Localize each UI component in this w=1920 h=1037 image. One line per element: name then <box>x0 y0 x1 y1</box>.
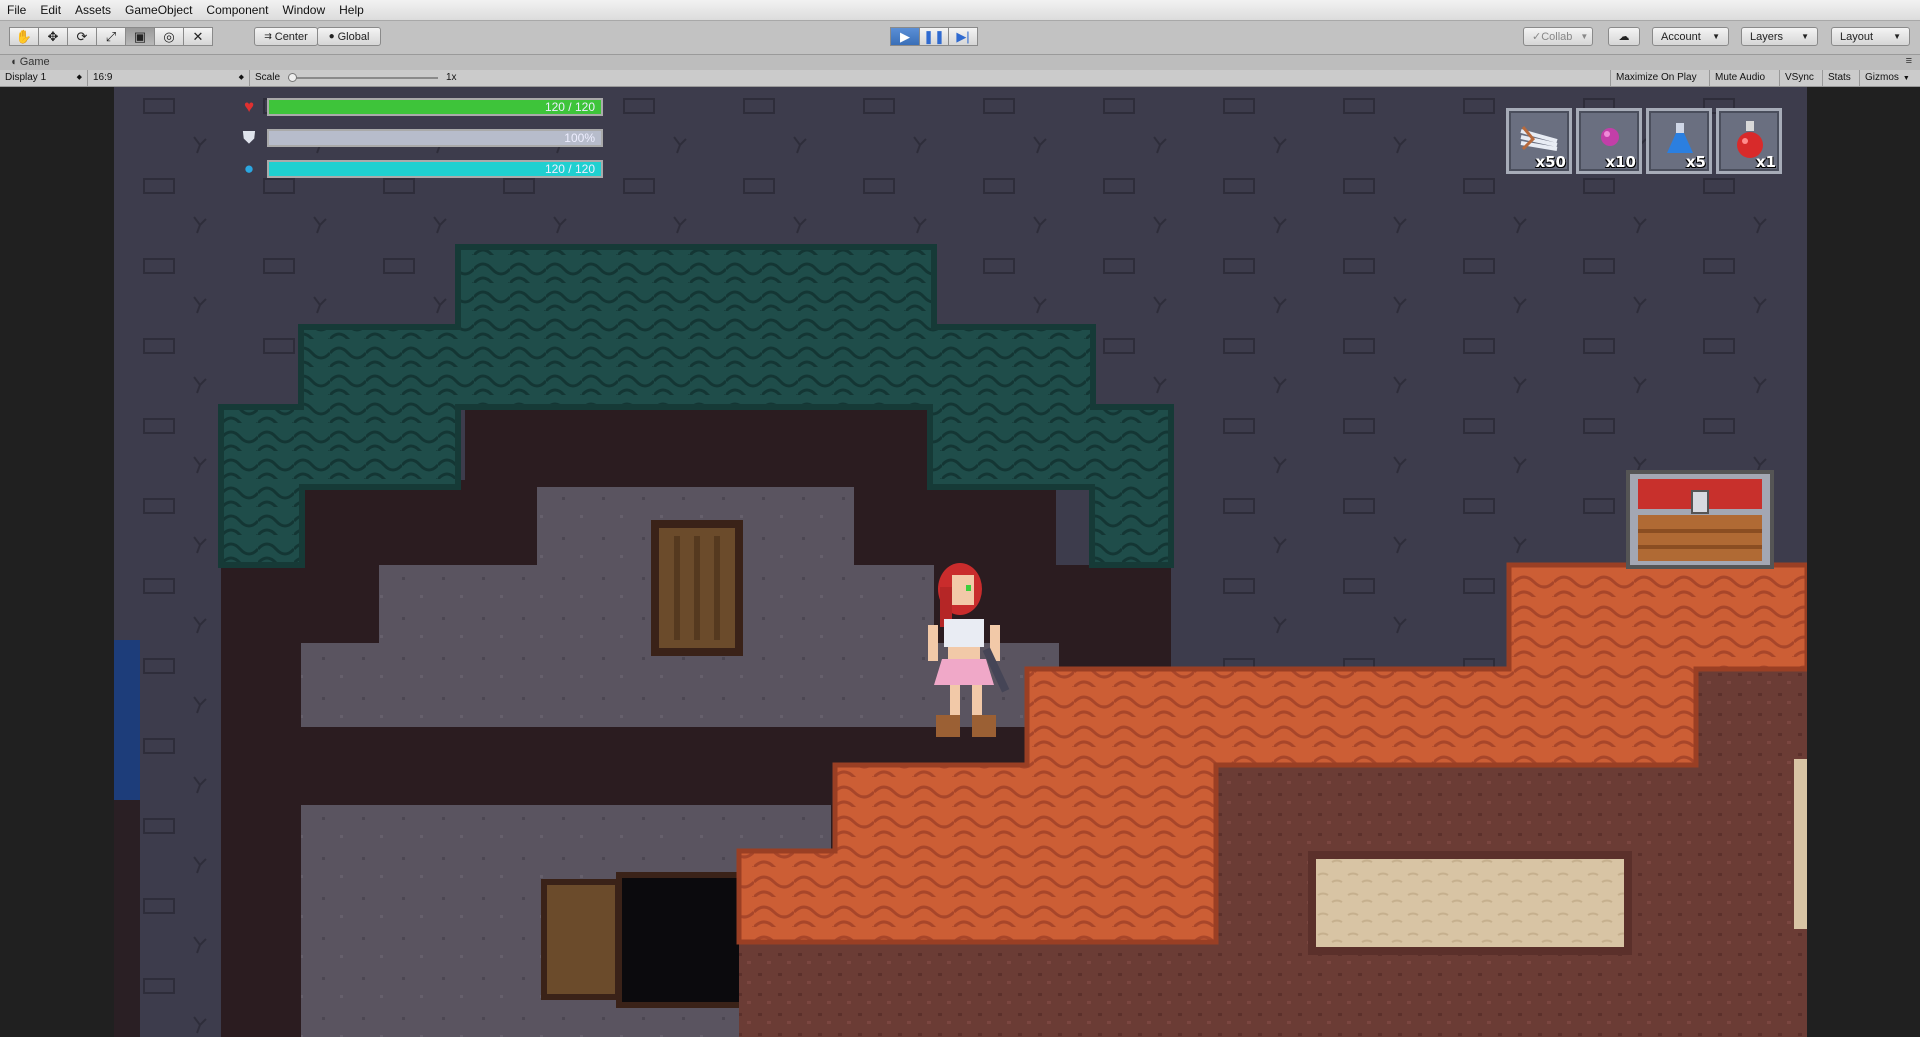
pivot-global-button[interactable]: ● Global <box>317 27 381 46</box>
hand-tool-icon[interactable]: ✋ <box>9 27 39 46</box>
transform-tools: ✋ ✥ ⟳ ⤢ ▣ ◎ ✕ <box>9 27 213 46</box>
menu-gameobject[interactable]: GameObject <box>118 0 199 20</box>
pivot-center-button[interactable]: ⇉ Center <box>254 27 318 46</box>
slot-count: x1 <box>1755 153 1776 171</box>
chevron-updown-icon: ◆ <box>238 74 244 81</box>
cloud-icon: ☁ <box>1618 31 1630 43</box>
treasure-chest <box>1626 470 1774 569</box>
tab-menu-icon[interactable]: ≡ <box>1906 55 1912 67</box>
menu-file[interactable]: File <box>0 0 33 20</box>
menu-window[interactable]: Window <box>275 0 332 20</box>
game-scene <box>114 87 1807 1037</box>
menu-bar: File Edit Assets GameObject Component Wi… <box>0 0 1920 21</box>
game-canvas[interactable]: ♥ 120 / 120 ⛊ 100% ● 120 / 120 x50 x10 x… <box>114 87 1807 1037</box>
chevron-down-icon: ▼ <box>1902 75 1910 82</box>
chevron-down-icon: ▼ <box>1712 32 1720 41</box>
pivot-icon: ⇉ <box>264 31 272 41</box>
step-icon[interactable]: ▶| <box>948 27 978 46</box>
chevron-down-icon: ▼ <box>1801 32 1809 41</box>
move-tool-icon[interactable]: ✥ <box>38 27 68 46</box>
aspect-dropdown[interactable]: 16:9 ◆ <box>88 70 250 86</box>
maximize-label: Maximize On Play <box>1616 72 1697 83</box>
game-view-toolbar: Display 1 ◆ 16:9 ◆ Scale 1x Maximize On Pl… <box>0 70 1920 87</box>
display-dropdown[interactable]: Display 1 ◆ <box>0 70 88 86</box>
inventory-slot-arrows[interactable]: x50 <box>1506 108 1572 174</box>
globe-icon: ● <box>328 31 335 42</box>
collab-dropdown[interactable]: ✓ Collab ▼ <box>1523 27 1593 46</box>
pivot-label: Center <box>274 30 308 43</box>
inventory-slot-mana-potion[interactable]: x5 <box>1646 108 1712 174</box>
heart-icon: ♥ <box>243 97 255 116</box>
shield-icon: ⛊ <box>242 128 256 147</box>
chevron-down-icon: ▼ <box>1893 32 1901 41</box>
vsync-toggle[interactable]: VSync <box>1780 70 1823 86</box>
rotate-tool-icon[interactable]: ⟳ <box>67 27 97 46</box>
slot-count: x5 <box>1685 153 1706 171</box>
layout-dropdown[interactable]: Layout ▼ <box>1831 27 1910 46</box>
menu-assets[interactable]: Assets <box>68 0 118 20</box>
mana-orb-icon: ● <box>243 159 255 178</box>
transform-tool-icon[interactable]: ◎ <box>154 27 184 46</box>
collab-label: Collab <box>1541 30 1573 43</box>
slot-count: x10 <box>1605 153 1636 171</box>
aspect-label: 16:9 <box>93 72 113 83</box>
menu-help[interactable]: Help <box>332 0 371 20</box>
inventory-slot-gem[interactable]: x10 <box>1576 108 1642 174</box>
scale-value: 1x <box>446 72 457 83</box>
mana-bar: 120 / 120 <box>267 160 603 178</box>
account-dropdown[interactable]: Account ▼ <box>1652 27 1729 46</box>
cloud-button[interactable]: ☁ <box>1608 27 1640 46</box>
menu-edit[interactable]: Edit <box>33 0 68 20</box>
custom-tool-icon[interactable]: ✕ <box>183 27 213 46</box>
vsync-label: VSync <box>1785 72 1814 83</box>
gizmos-dropdown[interactable]: Gizmos ▼ <box>1860 70 1920 86</box>
slot-count: x50 <box>1535 153 1566 171</box>
mute-audio-toggle[interactable]: Mute Audio <box>1710 70 1780 86</box>
play-icon[interactable]: ▶ <box>890 27 920 46</box>
toolbar: ✋ ✥ ⟳ ⤢ ▣ ◎ ✕ ⇉ Center ● Global ▶ ❚❚ ▶| … <box>0 21 1920 55</box>
gizmos-label: Gizmos <box>1865 72 1899 83</box>
pause-icon[interactable]: ❚❚ <box>919 27 949 46</box>
game-tab-title: Game <box>19 56 50 68</box>
armor-bar: 100% <box>267 129 603 147</box>
layers-dropdown[interactable]: Layers ▼ <box>1741 27 1818 46</box>
scale-label: Scale <box>255 72 281 83</box>
armor-bar-fill <box>269 131 601 145</box>
rect-tool-icon[interactable]: ▣ <box>125 27 155 46</box>
stats-label: Stats <box>1828 72 1851 83</box>
scale-slider-handle[interactable] <box>288 73 297 82</box>
check-icon: ✓ <box>1532 31 1542 43</box>
scale-slider-track[interactable] <box>288 77 438 79</box>
mana-text: 120 / 120 <box>544 162 595 176</box>
chevron-updown-icon: ◆ <box>76 74 82 81</box>
playback-controls: ▶ ❚❚ ▶| <box>890 27 978 46</box>
maximize-on-play-toggle[interactable]: Maximize On Play <box>1610 70 1710 86</box>
armor-text: 100% <box>564 131 595 145</box>
account-label: Account <box>1661 30 1701 43</box>
game-tab-icon: ◖ <box>10 56 17 68</box>
menu-component[interactable]: Component <box>199 0 275 20</box>
stats-toggle[interactable]: Stats <box>1823 70 1860 86</box>
inventory-slot-health-potion[interactable]: x1 <box>1716 108 1782 174</box>
display-label: Display 1 <box>5 72 47 83</box>
chevron-down-icon: ▼ <box>1580 32 1589 41</box>
scale-tool-icon[interactable]: ⤢ <box>96 27 126 46</box>
mute-label: Mute Audio <box>1715 72 1766 83</box>
layers-label: Layers <box>1750 30 1784 43</box>
layout-label: Layout <box>1840 30 1874 43</box>
health-text: 120 / 120 <box>544 100 595 114</box>
space-label: Global <box>337 30 370 43</box>
health-bar: 120 / 120 <box>267 98 603 116</box>
game-tab[interactable]: ◖ Game ≡ <box>0 55 1920 70</box>
